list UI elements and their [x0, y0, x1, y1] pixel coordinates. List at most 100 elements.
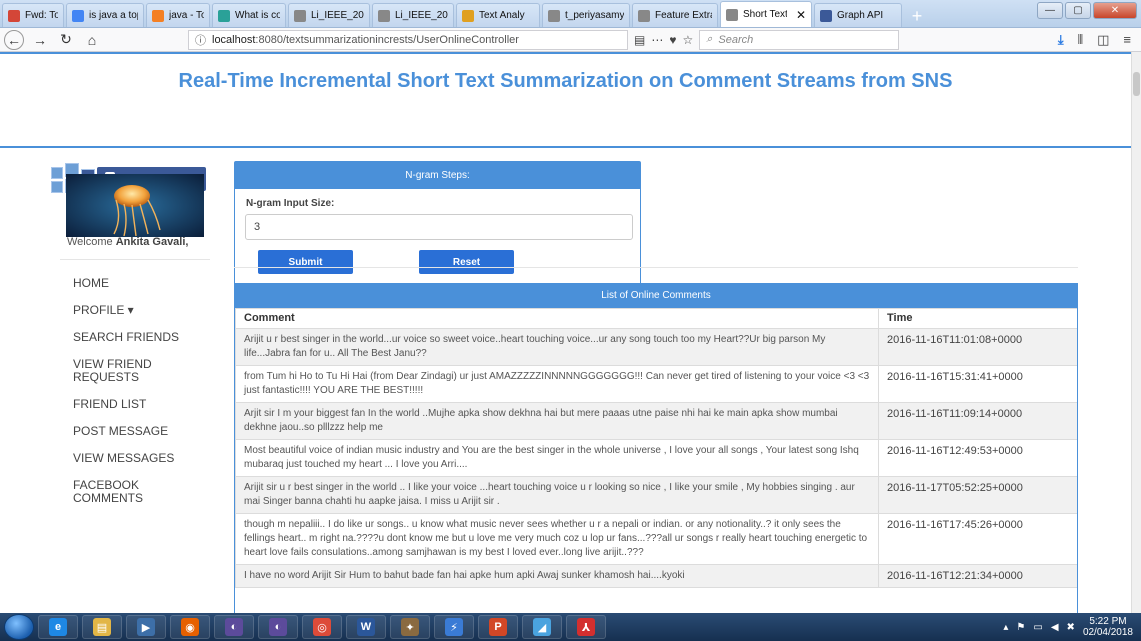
clock[interactable]: 5:22 PM 02/04/2018 — [1083, 616, 1133, 638]
clock-date: 02/04/2018 — [1082, 627, 1133, 638]
taskbar-app[interactable]: ▶ — [126, 615, 166, 639]
tab-label: t_periyasamy.p — [565, 10, 624, 21]
taskbar-app[interactable]: ⅄ — [566, 615, 606, 639]
taskbar-app[interactable]: ◎ — [302, 615, 342, 639]
volume-icon[interactable]: ◀ — [1051, 622, 1059, 633]
sidebar-item-search-friends[interactable]: SEARCH FRIENDS — [73, 331, 213, 344]
new-tab-button[interactable]: + — [904, 5, 930, 27]
taskbar-app[interactable]: ◢ — [522, 615, 562, 639]
pdf-icon — [378, 9, 390, 22]
browser-tab[interactable]: Short Text S ✕ — [720, 1, 812, 27]
tab-label: Text Analy — [479, 10, 525, 21]
content-divider — [234, 267, 1078, 268]
taskbar-app[interactable]: ◐ — [214, 615, 254, 639]
media-player-icon: ▶ — [137, 618, 155, 636]
tab-label: is java a top — [89, 10, 138, 21]
search-placeholder: Search — [718, 33, 754, 46]
eclipse-icon: ◐ — [269, 618, 287, 636]
tab-label: Feature Extracti — [655, 10, 712, 21]
app-tray-icon[interactable]: ✖ — [1067, 622, 1075, 633]
browser-tab[interactable]: is java a top — [66, 3, 144, 27]
sidebar-item-profile[interactable]: PROFILE ▾ — [73, 304, 213, 317]
comment-cell: from Tum hi Ho to Tu Hi Hai (from Dear Z… — [235, 365, 879, 403]
info-icon[interactable]: ⓘ — [195, 32, 206, 48]
welcome-text: Welcome Ankita Gavali, — [67, 236, 189, 248]
browser-tab[interactable]: Text Analy — [456, 3, 540, 27]
browser-tab[interactable]: What is cor — [212, 3, 286, 27]
taskbar-app[interactable]: ◐ — [258, 615, 298, 639]
sidebar-item-friend-list[interactable]: FRIEND LIST — [73, 398, 213, 411]
page-title: Real-Time Incremental Short Text Summari… — [178, 70, 953, 92]
browser-tab[interactable]: Li_IEEE_2017.pd — [372, 3, 454, 27]
url-bar[interactable]: ⓘ localhost:8080/textsummarizationincres… — [188, 29, 628, 50]
browser-tab[interactable]: Fwd: To m — [2, 3, 64, 27]
table-row: I have no word Arijit Sir Hum to bahut b… — [235, 564, 1077, 588]
sidebar-toggle-icon[interactable]: ◫ — [1097, 32, 1109, 48]
menu-icon[interactable]: ≡ — [1123, 32, 1131, 47]
firefox-icon: ◉ — [181, 618, 199, 636]
sidebar-item-view-friend-requests[interactable]: VIEW FRIEND REQUESTS — [73, 358, 173, 384]
browser-tab[interactable]: Feature Extracti — [632, 3, 718, 27]
browser-tab[interactable]: t_periyasamy.p — [542, 3, 630, 27]
start-button[interactable] — [4, 614, 34, 640]
time-cell: 2016-11-16T12:21:34+0000 — [878, 564, 1077, 588]
taskbar-app[interactable]: ✦ — [390, 615, 430, 639]
tab-label: java - Top — [169, 10, 204, 21]
download-icon[interactable]: ⤓ — [1058, 32, 1064, 48]
table-row: Arijit u r best singer in the world...ur… — [235, 328, 1077, 366]
taskbar-app[interactable]: ⚡ — [434, 615, 474, 639]
page-scrollbar[interactable] — [1131, 52, 1141, 613]
forward-button[interactable]: → — [30, 30, 50, 50]
comments-panel: List of Online Comments Comment Time Ari… — [234, 283, 1078, 613]
reload-button[interactable]: ↻ — [56, 30, 76, 50]
column-header-time: Time — [878, 308, 1077, 329]
back-button[interactable]: ← — [4, 29, 24, 50]
search-icon: ⌕ — [706, 33, 713, 45]
page-actions-icon[interactable]: ⋯ — [651, 33, 663, 47]
sidebar-item-view-messages[interactable]: VIEW MESSAGES — [73, 452, 213, 465]
ngram-size-input[interactable] — [245, 214, 633, 240]
table-row: Arijit sir u r best singer in the world … — [235, 476, 1077, 514]
browser-tab[interactable]: Li_IEEE_2017.pd — [288, 3, 370, 27]
taskbar-app[interactable]: ◉ — [170, 615, 210, 639]
window-controls: — ▢ ✕ — [1037, 2, 1137, 19]
close-window-button[interactable]: ✕ — [1093, 2, 1137, 19]
facebook-icon — [820, 9, 832, 22]
browser-tab[interactable]: Graph API — [814, 3, 902, 27]
close-tab-icon[interactable]: ✕ — [796, 8, 806, 22]
sidebar-item-post-message[interactable]: POST MESSAGE — [73, 425, 213, 438]
submit-button[interactable]: Submit — [258, 250, 353, 274]
page-icon — [218, 9, 230, 22]
browser-tab[interactable]: java - Top — [146, 3, 210, 27]
tray-arrow-icon[interactable]: ▴ — [1003, 622, 1008, 633]
ngram-panel-heading: N-gram Steps: — [235, 162, 640, 189]
tab-label: Short Text S — [743, 9, 787, 20]
web-page: Real-Time Incremental Short Text Summari… — [0, 52, 1131, 613]
network-icon[interactable]: ▭ — [1033, 622, 1042, 633]
library-icon[interactable]: ⫴ — [1078, 32, 1083, 48]
url-text: localhost:8080/textsummarizationincrests… — [212, 33, 519, 46]
pocket-icon[interactable]: ♥ — [669, 33, 676, 47]
sidebar-item-home[interactable]: HOME — [73, 277, 213, 290]
taskbar-app[interactable]: W — [346, 615, 386, 639]
scrollbar-thumb[interactable] — [1133, 72, 1140, 96]
home-button[interactable]: ⌂ — [82, 30, 102, 50]
word-icon: W — [357, 618, 375, 636]
taskbar-app[interactable]: ▤ — [82, 615, 122, 639]
sidebar-item-facebook-comments[interactable]: FACEBOOK COMMENTS — [73, 479, 163, 505]
ie-icon: e — [49, 618, 67, 636]
maximize-button[interactable]: ▢ — [1065, 2, 1091, 19]
reset-button[interactable]: Reset — [419, 250, 514, 274]
bookmark-star-icon[interactable]: ☆ — [682, 33, 693, 47]
windows-taskbar: e ▤ ▶ ◉ ◐ ◐ ◎ W ✦ ⚡ P ◢ ⅄ ▴ ⚑ ▭ ◀ ✖ 5:22 PM 02/04/20… — [0, 613, 1141, 641]
comments-panel-heading: List of Online Comments — [235, 284, 1077, 308]
comment-cell: though m nepaliii.. I do like ur songs..… — [235, 513, 879, 565]
taskbar-app[interactable]: P — [478, 615, 518, 639]
minimize-button[interactable]: — — [1037, 2, 1063, 19]
flag-icon[interactable]: ⚑ — [1016, 622, 1025, 633]
pdf-icon — [294, 9, 306, 22]
powerpoint-icon: P — [489, 618, 507, 636]
taskbar-app[interactable]: e — [38, 615, 78, 639]
reader-view-icon[interactable]: ▤ — [634, 33, 645, 47]
search-input[interactable]: ⌕ Search — [699, 29, 900, 50]
